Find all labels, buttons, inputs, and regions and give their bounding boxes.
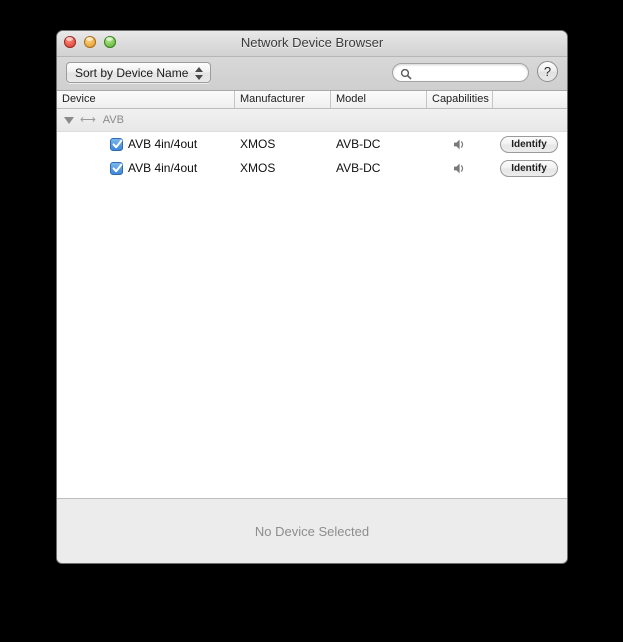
window-titlebar[interactable]: Network Device Browser (57, 31, 567, 57)
speaker-icon (453, 162, 468, 175)
column-header-model[interactable]: Model (331, 91, 427, 108)
group-row-avb[interactable]: ⟷ AVB (57, 109, 567, 132)
manufacturer-cell: XMOS (240, 137, 276, 151)
question-mark-icon: ? (543, 64, 552, 79)
search-icon (400, 67, 412, 80)
left-right-arrow-icon: ⟷ (80, 113, 96, 126)
device-cell: AVB 4in/4out (57, 161, 235, 175)
identify-button[interactable]: Identify (500, 135, 558, 153)
manufacturer-cell: XMOS (240, 161, 276, 175)
sort-popup-label: Sort by Device Name (75, 66, 189, 80)
device-checkbox[interactable] (110, 137, 123, 151)
device-cell: AVB 4in/4out (57, 137, 235, 151)
table-row[interactable]: AVB 4in/4out XMOS AVB-DC Identify (57, 156, 567, 180)
table-column-headers: Device Manufacturer Model Capabilities (57, 91, 567, 109)
device-checkbox[interactable] (110, 161, 123, 175)
identify-button[interactable]: Identify (500, 159, 558, 177)
status-footer: No Device Selected (57, 499, 567, 563)
device-name-label: AVB 4in/4out (128, 161, 198, 175)
sort-popup-button[interactable]: Sort by Device Name (66, 62, 212, 83)
window-title: Network Device Browser (240, 35, 384, 50)
network-device-browser-window: Network Device Browser Sort by Device Na… (57, 31, 567, 563)
search-input[interactable] (415, 64, 520, 83)
status-text: No Device Selected (254, 523, 370, 539)
group-row-label: AVB (102, 114, 124, 126)
action-cell: Identify (493, 135, 565, 153)
model-cell: AVB-DC (336, 137, 381, 151)
capabilities-cell (427, 162, 493, 175)
column-header-device[interactable]: Device (57, 91, 235, 108)
action-cell: Identify (493, 159, 565, 177)
table-row[interactable]: AVB 4in/4out XMOS AVB-DC Identify (57, 132, 567, 156)
search-field[interactable] (392, 63, 529, 83)
column-header-manufacturer[interactable]: Manufacturer (235, 91, 331, 108)
triangle-down-icon[interactable] (64, 116, 74, 124)
device-name-label: AVB 4in/4out (128, 137, 198, 151)
device-table-body: ⟷ AVB AVB 4in/4out XMOS AVB-DC Identify … (57, 109, 567, 499)
column-header-capabilities[interactable]: Capabilities (427, 91, 493, 108)
capabilities-cell (427, 138, 493, 151)
speaker-icon (453, 138, 468, 151)
model-cell: AVB-DC (336, 161, 381, 175)
window-toolbar: Sort by Device Name ? (57, 57, 567, 91)
column-header-action[interactable] (493, 91, 565, 108)
help-button[interactable]: ? (537, 61, 558, 82)
stepper-updown-icon (195, 66, 204, 81)
